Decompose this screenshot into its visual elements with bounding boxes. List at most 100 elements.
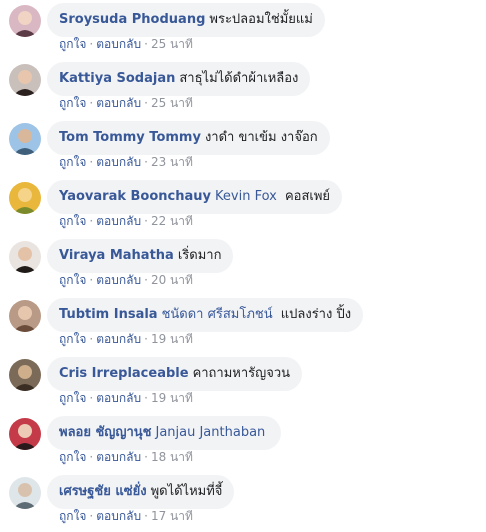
comment-text: สาธุไม่ได้ดำผ้าเหลือง	[179, 71, 299, 86]
comment-body: งาดำ ขาเข้ม งาจ๊อก	[205, 130, 318, 146]
avatar[interactable]	[9, 418, 41, 450]
comment-body: พูดได้ไหมที่จี้	[151, 484, 223, 500]
avatar[interactable]	[9, 359, 41, 391]
comment-timestamp[interactable]: 25 นาที	[151, 37, 193, 51]
comment-timestamp[interactable]: 25 นาที	[151, 96, 193, 110]
comment-item: Tubtim Insala ชนัดดา ศรีสมโภชน์ แปลงร่าง…	[0, 295, 486, 351]
comment-bubble: Tom Tommy Tommy งาดำ ขาเข้ม งาจ๊อก	[47, 121, 330, 155]
comment-actions: ถูกใจ · ตอบกลับ · 19 นาที	[59, 390, 193, 406]
comment-author[interactable]: Cris Irreplaceable	[59, 366, 189, 382]
comment-author[interactable]: Sroysuda Phoduang	[59, 12, 205, 28]
separator-dot: ·	[89, 155, 94, 169]
separator-dot: ·	[89, 96, 94, 110]
separator-dot: ·	[144, 96, 148, 110]
like-link[interactable]: ถูกใจ	[59, 332, 86, 346]
avatar[interactable]	[9, 182, 41, 214]
separator-dot: ·	[144, 450, 148, 464]
comment-body: Kevin Fox คอสเพย์	[215, 189, 330, 205]
comment-timestamp[interactable]: 18 นาที	[151, 450, 193, 464]
reply-link[interactable]: ตอบกลับ	[96, 391, 141, 405]
comment-text: เริ่ดมาก	[177, 248, 222, 263]
separator-dot: ·	[89, 450, 94, 464]
tagged-user[interactable]: Kevin Fox	[215, 189, 277, 204]
comment-actions: ถูกใจ · ตอบกลับ · 22 นาที	[59, 213, 193, 229]
like-link[interactable]: ถูกใจ	[59, 214, 86, 228]
comment-author[interactable]: Viraya Mahatha	[59, 248, 174, 264]
avatar[interactable]	[9, 123, 41, 155]
comment-text: พระปลอมใช่มั้ยแม่	[209, 12, 313, 27]
reply-link[interactable]: ตอบกลับ	[96, 155, 141, 169]
like-link[interactable]: ถูกใจ	[59, 391, 86, 405]
comment-body: ชนัดดา ศรีสมโภชน์ แปลงร่าง ปิ้ง	[162, 307, 351, 323]
comment-bubble: Cris Irreplaceable คาถามหารัญจวน	[47, 357, 303, 391]
comment-author[interactable]: Tubtim Insala	[59, 307, 158, 323]
comment-bubble: Yaovarak Boonchauy Kevin Fox คอสเพย์	[47, 180, 343, 214]
comment-body: คาถามหารัญจวน	[193, 366, 290, 382]
comment-actions: ถูกใจ · ตอบกลับ · 25 นาที	[59, 36, 193, 52]
comment-author[interactable]: Kattiya Sodajan	[59, 71, 175, 87]
comment-body: พระปลอมใช่มั้ยแม่	[209, 12, 312, 28]
comment-item: Yaovarak Boonchauy Kevin Fox คอสเพย์ ถูก…	[0, 177, 486, 233]
comment-text: แปลงร่าง ปิ้ง	[280, 307, 352, 322]
reply-link[interactable]: ตอบกลับ	[96, 96, 141, 110]
comment-text: คอสเพย์	[284, 189, 331, 204]
comment-author[interactable]: Yaovarak Boonchauy	[59, 189, 211, 205]
comment-actions: ถูกใจ · ตอบกลับ · 20 นาที	[59, 272, 193, 288]
avatar-face	[18, 306, 32, 320]
tagged-user[interactable]: Janjau Janthaban	[155, 425, 265, 440]
avatar-face	[18, 247, 32, 261]
comment-body: สาธุไม่ได้ดำผ้าเหลือง	[179, 71, 298, 87]
comment-item: เศรษฐชัย แซ่ยั่ง พูดได้ไหมที่จี้ ถูกใจ · ต…	[0, 472, 486, 528]
separator-dot: ·	[144, 509, 148, 523]
like-link[interactable]: ถูกใจ	[59, 273, 86, 287]
comment-actions: ถูกใจ · ตอบกลับ · 18 นาที	[59, 449, 193, 465]
comment-timestamp[interactable]: 23 นาที	[151, 155, 193, 169]
comment-actions: ถูกใจ · ตอบกลับ · 23 นาที	[59, 154, 193, 170]
comment-item: Cris Irreplaceable คาถามหารัญจวน ถูกใจ · ต…	[0, 354, 486, 410]
reply-link[interactable]: ตอบกลับ	[96, 273, 141, 287]
separator-dot: ·	[144, 332, 148, 346]
avatar[interactable]	[9, 241, 41, 273]
like-link[interactable]: ถูกใจ	[59, 450, 86, 464]
avatar[interactable]	[9, 5, 41, 37]
comment-author[interactable]: เศรษฐชัย แซ่ยั่ง	[59, 484, 147, 500]
separator-dot: ·	[144, 214, 148, 228]
reply-link[interactable]: ตอบกลับ	[96, 450, 141, 464]
comment-timestamp[interactable]: 20 นาที	[151, 273, 193, 287]
comment-timestamp[interactable]: 17 นาที	[151, 509, 193, 523]
comment-bubble: Tubtim Insala ชนัดดา ศรีสมโภชน์ แปลงร่าง…	[47, 298, 364, 332]
comment-item: Tom Tommy Tommy งาดำ ขาเข้ม งาจ๊อก ถูกใจ…	[0, 118, 486, 174]
comment-item: Viraya Mahatha เริ่ดมาก ถูกใจ · ตอบกลับ · 20…	[0, 236, 486, 292]
like-link[interactable]: ถูกใจ	[59, 155, 86, 169]
avatar[interactable]	[9, 300, 41, 332]
comment-body: เริ่ดมาก	[178, 248, 222, 264]
comment-timestamp[interactable]: 19 นาที	[151, 391, 193, 405]
like-link[interactable]: ถูกใจ	[59, 509, 86, 523]
comment-author[interactable]: พลอย ชัญญานุช	[59, 425, 151, 441]
comment-author[interactable]: Tom Tommy Tommy	[59, 130, 201, 146]
avatar-face	[18, 188, 32, 202]
like-link[interactable]: ถูกใจ	[59, 37, 86, 51]
separator-dot: ·	[89, 214, 94, 228]
comment-timestamp[interactable]: 22 นาที	[151, 214, 193, 228]
tagged-user[interactable]: ชนัดดา ศรีสมโภชน์	[162, 307, 273, 322]
like-link[interactable]: ถูกใจ	[59, 96, 86, 110]
avatar[interactable]	[9, 477, 41, 509]
comment-actions: ถูกใจ · ตอบกลับ · 17 นาที	[59, 508, 193, 524]
separator-dot: ·	[144, 155, 148, 169]
reply-link[interactable]: ตอบกลับ	[96, 332, 141, 346]
reply-link[interactable]: ตอบกลับ	[96, 37, 141, 51]
avatar-face	[18, 11, 32, 25]
comment-list: Sroysuda Phoduang พระปลอมใช่มั้ยแม่ ถูกใ…	[0, 0, 486, 532]
reply-link[interactable]: ตอบกลับ	[96, 214, 141, 228]
separator-dot: ·	[89, 273, 94, 287]
reply-link[interactable]: ตอบกลับ	[96, 509, 141, 523]
separator-dot: ·	[144, 273, 148, 287]
comment-bubble: เศรษฐชัย แซ่ยั่ง พูดได้ไหมที่จี้	[47, 475, 235, 509]
comment-bubble: Viraya Mahatha เริ่ดมาก	[47, 239, 234, 273]
avatar-face	[18, 483, 32, 497]
separator-dot: ·	[89, 391, 94, 405]
comment-timestamp[interactable]: 19 นาที	[151, 332, 193, 346]
avatar[interactable]	[9, 64, 41, 96]
avatar-face	[18, 424, 32, 438]
